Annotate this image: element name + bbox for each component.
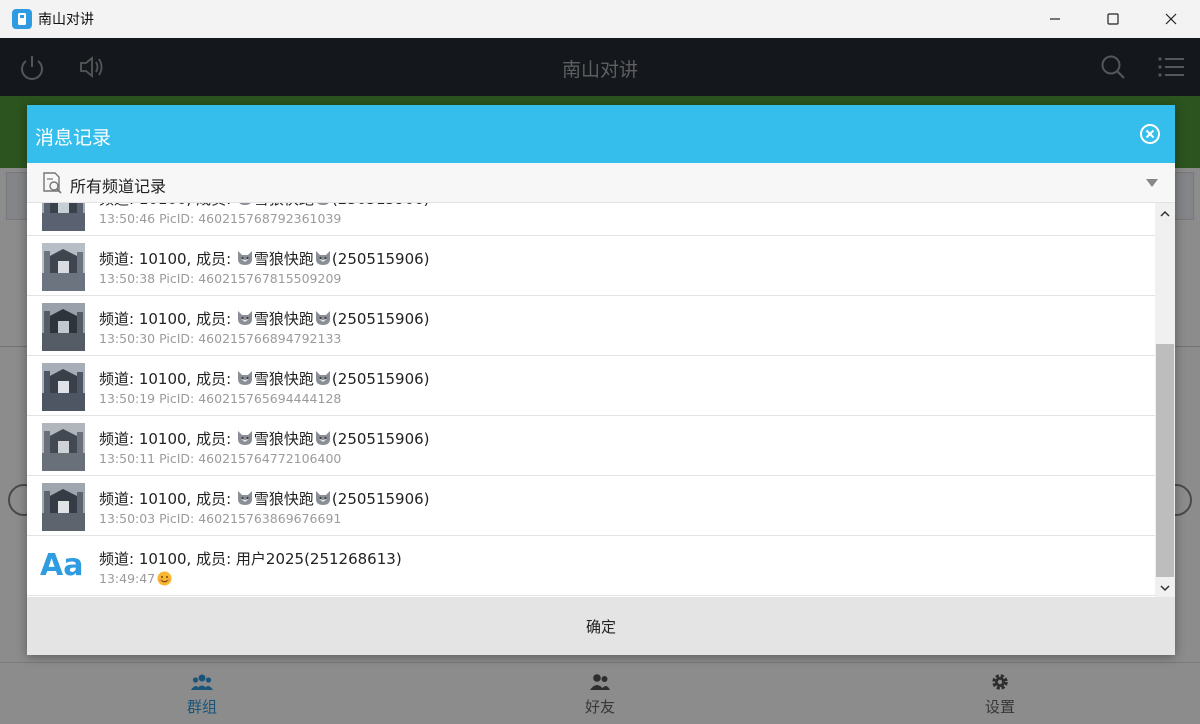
wolf-emoji-icon bbox=[315, 491, 330, 505]
message-time: 13:49:47 bbox=[99, 571, 156, 586]
message-channel-text: 频道: 10100, 成员: bbox=[99, 250, 236, 268]
photo-thumbnail[interactable] bbox=[42, 303, 85, 351]
message-meta: 13:50:30 PicID: 460215766894792133 bbox=[99, 331, 342, 346]
ok-button-label: 确定 bbox=[585, 617, 616, 636]
text-message-icon: Aa bbox=[40, 548, 84, 583]
photo-thumbnail[interactable] bbox=[42, 243, 85, 291]
wolf-emoji-icon bbox=[237, 251, 252, 265]
message-meta: 13:49:47 bbox=[99, 571, 172, 586]
message-meta: 13:50:38 PicID: 460215767815509209 bbox=[99, 271, 342, 286]
list-item[interactable]: 频道: 10100, 成员: 雪狼快跑 (250515906) 13:50:30 P… bbox=[27, 296, 1155, 356]
list-item[interactable]: 频道: 10100, 成员: 雪狼快跑 (250515906) 13:50:38 P… bbox=[27, 236, 1155, 296]
member-id: (250515906) bbox=[331, 370, 430, 388]
list-item[interactable]: 频道: 10100, 成员: 雪狼快跑 (250515906) 13:50:03 P… bbox=[27, 476, 1155, 536]
app-logo-icon bbox=[12, 9, 32, 29]
maximize-icon bbox=[1107, 13, 1119, 25]
wolf-emoji-icon bbox=[315, 311, 330, 325]
window-controls bbox=[1026, 0, 1200, 38]
photo-thumbnail[interactable] bbox=[42, 483, 85, 531]
member-name: 雪狼快跑 bbox=[253, 490, 314, 508]
message-history-dialog: 消息记录 所有频道记录 频道: 10100, 成员: 雪狼快跑 (25051590… bbox=[27, 105, 1175, 655]
scrollbar[interactable] bbox=[1155, 203, 1175, 597]
wolf-emoji-icon bbox=[237, 311, 252, 325]
message-title: 频道: 10100, 成员: 雪狼快跑 (250515906) bbox=[99, 488, 430, 509]
wolf-emoji-icon bbox=[315, 371, 330, 385]
close-icon bbox=[1165, 13, 1177, 25]
list-item[interactable]: Aa 频道: 10100, 成员: 用户2025(251268613) 13:49:… bbox=[27, 536, 1155, 596]
smile-emoji-icon bbox=[157, 571, 172, 586]
message-meta: 13:50:46 PicID: 460215768792361039 bbox=[99, 211, 342, 226]
member-name: 雪狼快跑 bbox=[254, 203, 314, 208]
dialog-close-icon[interactable] bbox=[1139, 123, 1161, 145]
chevron-down-icon bbox=[1146, 179, 1158, 187]
wolf-emoji-icon bbox=[315, 251, 330, 265]
scroll-up-icon[interactable] bbox=[1159, 209, 1171, 219]
message-title: 频道: 10100, 成员: 雪狼快跑 (250515906) bbox=[99, 203, 430, 209]
wolf-emoji-icon bbox=[237, 491, 252, 505]
message-channel-text: 频道: 10100, 成员: bbox=[99, 310, 236, 328]
list-item[interactable]: 频道: 10100, 成员: 雪狼快跑 (250515906) 13:50:11 P… bbox=[27, 416, 1155, 476]
ok-button[interactable]: 确定 bbox=[27, 597, 1175, 655]
message-channel-text: 频道: 10100, 成员: bbox=[99, 203, 236, 208]
message-title: 频道: 10100, 成员: 雪狼快跑 (250515906) bbox=[99, 368, 430, 389]
minimize-button[interactable] bbox=[1026, 0, 1084, 38]
wolf-emoji-icon bbox=[317, 203, 329, 205]
member-name: 雪狼快跑 bbox=[253, 310, 314, 328]
maximize-button[interactable] bbox=[1084, 0, 1142, 38]
list-item[interactable]: 频道: 10100, 成员: 雪狼快跑 (250515906) 13:50:46 P… bbox=[27, 203, 1155, 236]
minimize-icon bbox=[1050, 18, 1060, 20]
message-channel-text: 频道: 10100, 成员: bbox=[99, 490, 236, 508]
member-id: (250515906) bbox=[331, 310, 430, 328]
photo-thumbnail[interactable] bbox=[42, 363, 85, 411]
scroll-down-icon[interactable] bbox=[1159, 583, 1171, 593]
window-title: 南山对讲 bbox=[38, 12, 94, 28]
message-title: 频道: 10100, 成员: 雪狼快跑 (250515906) bbox=[99, 308, 430, 329]
window-titlebar: 南山对讲 bbox=[0, 0, 1200, 38]
channel-filter-select[interactable]: 所有频道记录 bbox=[27, 163, 1175, 203]
list-item[interactable]: 频道: 10100, 成员: 雪狼快跑 (250515906) 13:50:19 P… bbox=[27, 356, 1155, 416]
message-channel-text: 频道: 10100, 成员: bbox=[99, 430, 236, 448]
wolf-emoji-icon bbox=[237, 371, 252, 385]
record-search-icon bbox=[43, 172, 62, 194]
scrollbar-thumb[interactable] bbox=[1156, 344, 1174, 577]
member-name: 雪狼快跑 bbox=[253, 370, 314, 388]
message-meta: 13:50:19 PicID: 460215765694444128 bbox=[99, 391, 342, 406]
dialog-header: 消息记录 bbox=[27, 105, 1175, 163]
member-id: (250515906) bbox=[331, 430, 430, 448]
wolf-emoji-icon bbox=[239, 203, 251, 205]
photo-thumbnail[interactable] bbox=[42, 203, 85, 231]
member-name: 雪狼快跑 bbox=[253, 250, 314, 268]
message-channel-text: 频道: 10100, 成员: bbox=[99, 370, 236, 388]
member-id: (250515906) bbox=[332, 203, 430, 208]
wolf-emoji-icon bbox=[237, 431, 252, 445]
dialog-title: 消息记录 bbox=[35, 127, 112, 149]
member-id: (250515906) bbox=[331, 490, 430, 508]
close-window-button[interactable] bbox=[1142, 0, 1200, 38]
message-title: 频道: 10100, 成员: 雪狼快跑 (250515906) bbox=[99, 248, 430, 269]
wolf-emoji-icon bbox=[315, 431, 330, 445]
message-meta: 13:50:11 PicID: 460215764772106400 bbox=[99, 451, 342, 466]
message-meta: 13:50:03 PicID: 460215763869676691 bbox=[99, 511, 342, 526]
message-title: 频道: 10100, 成员: 用户2025(251268613) bbox=[99, 550, 402, 568]
message-list[interactable]: 频道: 10100, 成员: 雪狼快跑 (250515906) 13:50:46 P… bbox=[27, 203, 1175, 597]
member-name: 雪狼快跑 bbox=[253, 430, 314, 448]
message-title: 频道: 10100, 成员: 雪狼快跑 (250515906) bbox=[99, 428, 430, 449]
photo-thumbnail[interactable] bbox=[42, 423, 85, 471]
filter-selected-value: 所有频道记录 bbox=[70, 177, 167, 196]
member-id: (250515906) bbox=[331, 250, 430, 268]
